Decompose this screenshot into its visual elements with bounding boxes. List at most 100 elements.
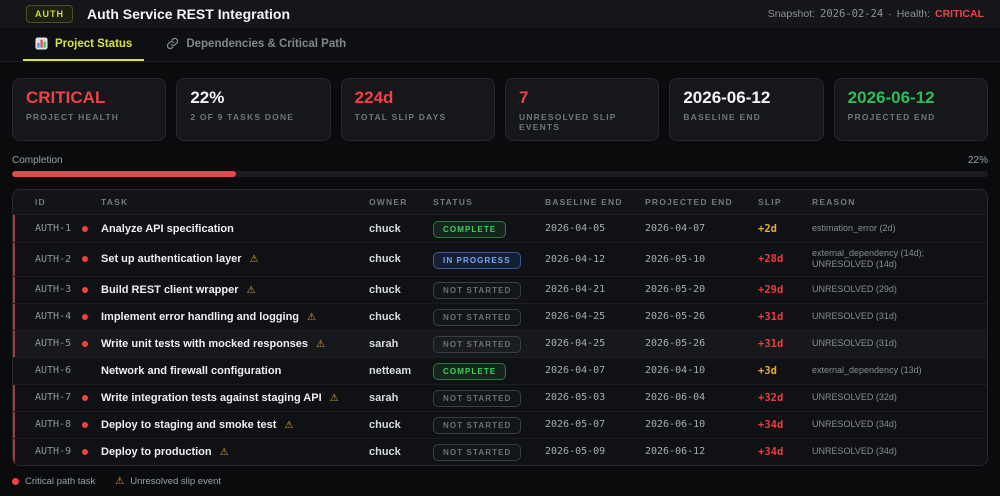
owner: chuck: [369, 222, 401, 235]
task-title: Analyze API specification: [101, 222, 234, 235]
projected-end: 2026-06-12: [645, 446, 706, 457]
owner: chuck: [369, 253, 401, 266]
baseline-end: 2026-05-03: [545, 392, 606, 403]
task-cell: Deploy to production ⚠: [101, 446, 369, 458]
warning-icon: ⚠: [307, 311, 317, 323]
task-id: AUTH-7: [35, 392, 72, 403]
baseline-end: 2026-04-21: [545, 284, 606, 295]
status-cell: COMPLETE: [433, 361, 545, 380]
tab-project-status[interactable]: Project Status: [23, 28, 145, 61]
status-badge: NOT STARTED: [433, 417, 522, 434]
stat-card: 7 UNRESOLVED SLIP EVENTS: [504, 78, 660, 141]
projected-end: 2026-05-26: [645, 338, 706, 349]
warning-icon: ⚠: [284, 419, 294, 431]
slip: +28d: [758, 253, 784, 266]
owner: netteam: [369, 364, 412, 377]
status-badge: IN PROGRESS: [433, 251, 521, 269]
projected-end: 2026-05-26: [645, 311, 706, 322]
table-row: AUTH-7 Write integration tests against s…: [13, 383, 987, 411]
header-meta: Snapshot: 2026-02-24 · Health: CRITICAL: [768, 8, 984, 20]
status-cell: NOT STARTED: [433, 442, 545, 461]
status-badge: NOT STARTED: [433, 390, 522, 407]
tab-dependencies[interactable]: Dependencies & Critical Path: [154, 28, 358, 61]
status-badge: NOT STARTED: [433, 282, 522, 299]
column-header: OWNER: [369, 197, 408, 207]
status-badge: COMPLETE: [433, 363, 507, 380]
task-id: AUTH-8: [35, 419, 72, 430]
task-id: AUTH-4: [35, 311, 72, 322]
reason: UNRESOLVED (32d): [812, 391, 897, 402]
meta-separator: ·: [888, 8, 892, 20]
slip: +31d: [758, 310, 784, 323]
app-header: AUTH Auth Service REST Integration Snaps…: [0, 0, 1000, 28]
status-badge: COMPLETE: [433, 221, 507, 238]
status-cell: NOT STARTED: [433, 415, 545, 434]
task-id: AUTH-6: [35, 365, 72, 376]
task-title: Implement error handling and logging: [101, 310, 300, 323]
table-row: AUTH-1 Analyze API specification ⚠ chuck…: [13, 215, 987, 242]
column-header: REASON: [812, 197, 856, 207]
critical-dot-icon: [12, 477, 19, 485]
status-cell: NOT STARTED: [433, 334, 545, 353]
owner: sarah: [369, 391, 399, 404]
table-header-row: ID TASK OWNER STATUS BASELINE END PROJECTED E…: [13, 190, 987, 215]
critical-dot: [82, 256, 89, 263]
owner: chuck: [369, 445, 401, 458]
table-row: AUTH-9 Deploy to production ⚠ chuck NOT …: [13, 437, 987, 465]
stat-card: CRITICAL PROJECT HEALTH: [12, 78, 167, 141]
projected-end: 2026-04-10: [645, 365, 706, 376]
owner: chuck: [369, 283, 401, 296]
task-id: AUTH-5: [35, 338, 72, 349]
slip: +3d: [758, 364, 777, 377]
projected-end: 2026-06-04: [645, 392, 706, 403]
stat-value: 2026-06-12: [847, 88, 935, 107]
project-badge: AUTH: [26, 5, 73, 23]
owner: sarah: [369, 337, 399, 350]
status-badge: NOT STARTED: [433, 444, 522, 461]
tab-label: Project Status: [55, 37, 133, 50]
legend: Critical path task ⚠ Unresolved slip eve…: [12, 476, 988, 487]
column-header: PROJECTED END: [645, 197, 733, 207]
table-row: AUTH-5 Write unit tests with mocked resp…: [13, 329, 987, 357]
column-header: BASELINE END: [545, 197, 623, 207]
task-cell: Analyze API specification ⚠: [101, 223, 369, 235]
reason: UNRESOLVED (29d): [812, 283, 897, 294]
baseline-end: 2026-05-09: [545, 446, 606, 457]
slip: +29d: [758, 283, 784, 296]
warning-icon: ⚠: [329, 392, 339, 404]
column-header: STATUS: [433, 197, 473, 207]
completion-progress: Completion 22%: [12, 155, 988, 177]
health-status: CRITICAL: [935, 8, 984, 20]
progress-track: [12, 171, 988, 177]
baseline-end: 2026-04-05: [545, 223, 606, 234]
id-cell: AUTH-7: [13, 392, 101, 403]
task-cell: Implement error handling and logging ⚠: [101, 311, 369, 323]
column-header: SLIP: [758, 197, 782, 207]
baseline-end: 2026-05-07: [545, 419, 606, 430]
projected-end: 2026-06-10: [645, 419, 706, 430]
critical-dot: [82, 421, 89, 428]
table-row: AUTH-8 Deploy to staging and smoke test …: [13, 410, 987, 438]
legend-critical: Critical path task: [12, 476, 95, 487]
stat-card: 224d TOTAL SLIP DAYS: [340, 78, 495, 141]
critical-dot: [82, 340, 89, 347]
slip: +32d: [758, 391, 784, 404]
baseline-end: 2026-04-25: [545, 338, 606, 349]
id-cell: AUTH-4: [13, 311, 101, 322]
reason: UNRESOLVED (34d): [812, 418, 897, 429]
progress-fill: [12, 171, 237, 177]
critical-dot: [82, 286, 89, 293]
warning-icon: ⚠: [115, 475, 125, 487]
projected-end: 2026-05-10: [645, 253, 706, 265]
reason: external_dependency (14d); UNRESOLVED (1…: [812, 248, 925, 270]
task-title: Build REST client wrapper: [101, 283, 239, 296]
legend-critical-label: Critical path task: [25, 475, 96, 487]
reason: UNRESOLVED (31d): [812, 337, 897, 348]
task-id: AUTH-3: [35, 284, 72, 295]
table-body: AUTH-1 Analyze API specification ⚠ chuck…: [13, 215, 987, 465]
reason: UNRESOLVED (34d): [812, 445, 897, 456]
warning-icon: ⚠: [249, 254, 259, 266]
owner: chuck: [369, 418, 401, 431]
warning-icon: ⚠: [219, 446, 229, 458]
status-badge: NOT STARTED: [433, 336, 522, 353]
